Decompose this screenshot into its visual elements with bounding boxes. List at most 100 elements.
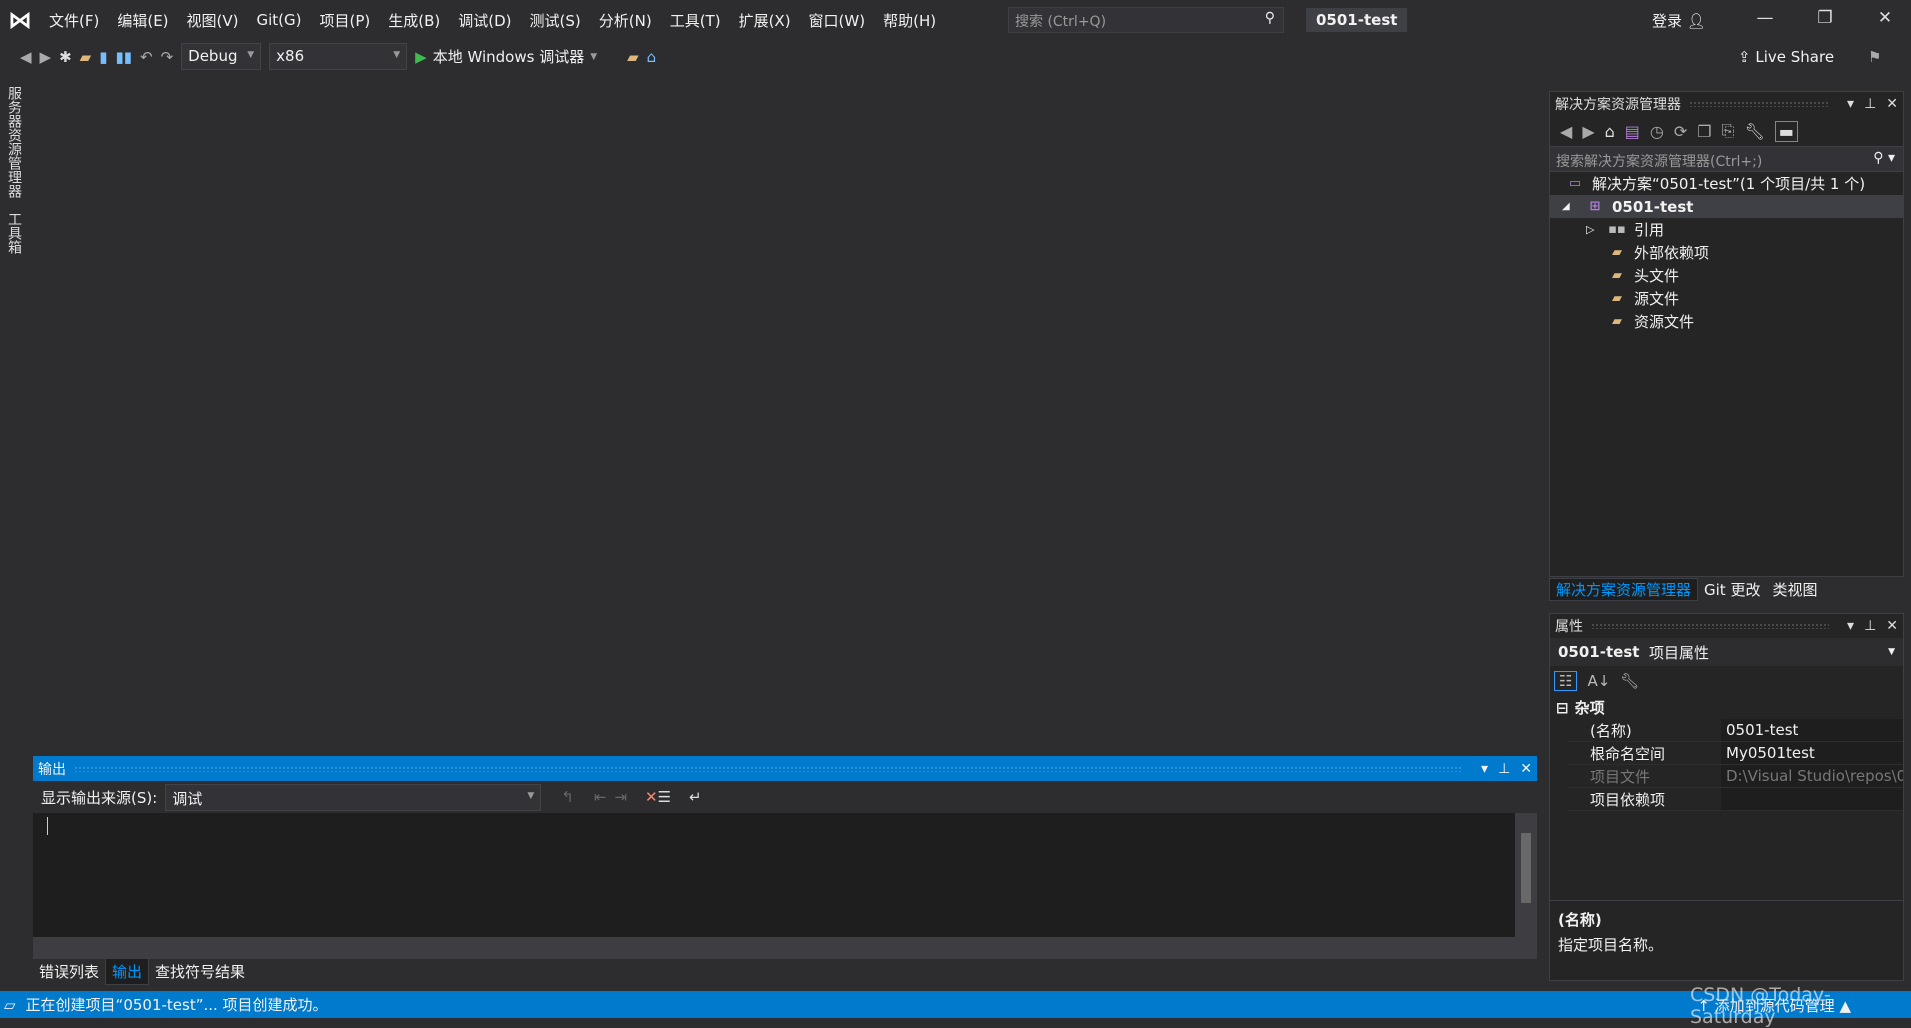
output-text-area[interactable] (33, 813, 1515, 937)
category-row[interactable]: ⊟ 杂项 (1550, 696, 1903, 719)
new-project-icon[interactable]: ✱ (59, 48, 72, 66)
tree-item-resources[interactable]: ▰ 资源文件 (1550, 310, 1903, 333)
dropdown-icon[interactable]: ▾ (1481, 761, 1488, 777)
home-icon[interactable]: ⌂ (1605, 122, 1615, 141)
start-debugging-button[interactable]: ▶ 本地 Windows 调试器 ▼ (415, 46, 597, 67)
property-row[interactable]: 项目依赖项 (1550, 788, 1903, 811)
configuration-select[interactable]: Debug ▼ (181, 43, 262, 70)
global-search-input[interactable]: 搜索 (Ctrl+Q) ⚲ (1008, 7, 1284, 33)
collapse-icon: ⊟ (1556, 698, 1569, 717)
property-value[interactable]: D:\Visual Studio\repos\0 (1721, 765, 1903, 788)
tab-git-changes[interactable]: Git 更改 (1698, 579, 1766, 600)
next-message-icon[interactable]: ⇥ (614, 788, 627, 806)
menu-extensions[interactable]: 扩展(X) (730, 10, 800, 31)
back-icon[interactable]: ◀ (20, 48, 32, 66)
text-caret (47, 817, 48, 835)
property-row[interactable]: (名称) 0501-test (1550, 719, 1903, 742)
properties-wrench-icon[interactable]: 🔧︎ (1744, 122, 1764, 141)
pin-icon[interactable]: ⊥ (1864, 618, 1876, 634)
find-folder-icon[interactable]: ▰ (627, 48, 639, 66)
save-all-icon[interactable]: ▮▮ (115, 48, 132, 66)
pin-icon[interactable]: ⊥ (1864, 96, 1876, 112)
save-icon[interactable]: ▮ (99, 48, 107, 66)
tree-item-headers[interactable]: ▰ 头文件 (1550, 264, 1903, 287)
collapsed-arrow-icon: ▷ (1586, 223, 1595, 236)
output-source-select[interactable]: 调试 ▼ (165, 783, 542, 811)
categorized-icon[interactable]: ☷ (1554, 671, 1578, 691)
close-icon[interactable]: ✕ (1886, 96, 1898, 112)
minimize-button[interactable]: — (1745, 8, 1785, 28)
back-icon[interactable]: ◀ (1560, 122, 1572, 141)
tree-project[interactable]: ◢ ⊞ 0501-test (1550, 195, 1903, 218)
goto-line-icon[interactable]: ↰ (561, 788, 574, 806)
live-share-button[interactable]: ⇪ Live Share (1738, 48, 1834, 66)
tab-class-view[interactable]: 类视图 (1766, 579, 1823, 600)
menu-debug[interactable]: 调试(D) (449, 10, 520, 31)
clear-all-icon[interactable]: ✕☰ (645, 788, 671, 806)
solution-tree: ▭ 解决方案“0501-test”(1 个项目/共 1 个) ◢ ⊞ 0501-tes… (1550, 172, 1903, 333)
pending-changes-icon[interactable]: ◷ (1650, 122, 1664, 141)
tab-find-symbol-results[interactable]: 查找符号结果 (149, 959, 251, 984)
tab-solution-explorer[interactable]: 解决方案资源管理器 (1549, 577, 1699, 601)
tree-solution[interactable]: ▭ 解决方案“0501-test”(1 个项目/共 1 个) (1550, 172, 1903, 195)
open-icon[interactable]: ▰ (80, 48, 92, 66)
search-icon: ⚲ ▾ (1873, 150, 1895, 166)
property-row[interactable]: 项目文件 D:\Visual Studio\repos\0 (1550, 765, 1903, 788)
copy-icon[interactable]: ⎘ (1722, 121, 1735, 141)
close-button[interactable]: ✕ (1865, 8, 1905, 28)
scroll-thumb[interactable] (1521, 833, 1531, 903)
close-icon[interactable]: ✕ (1520, 761, 1532, 777)
filter-folder-icon: ▰ (1612, 314, 1622, 329)
tab-output[interactable]: 输出 (105, 957, 150, 985)
restore-button[interactable]: ❐ (1805, 8, 1845, 28)
property-value[interactable]: 0501-test (1721, 719, 1903, 742)
menu-file[interactable]: 文件(F) (40, 10, 108, 31)
tree-item-references[interactable]: ▷ ▪▪ 引用 (1550, 218, 1903, 241)
menu-tools[interactable]: 工具(T) (661, 10, 730, 31)
undo-icon[interactable]: ↶ (140, 48, 153, 66)
login-button[interactable]: 登录 👤︎ (1652, 10, 1706, 31)
menu-analyze[interactable]: 分析(N) (590, 10, 661, 31)
menu-view[interactable]: 视图(V) (178, 10, 248, 31)
pin-icon[interactable]: ⊥ (1498, 761, 1510, 777)
property-pages-wrench-icon[interactable]: 🔧︎ (1620, 672, 1639, 690)
alphabetical-icon[interactable]: A↓ (1587, 672, 1610, 690)
menu-help[interactable]: 帮助(H) (874, 10, 945, 31)
tab-error-list[interactable]: 错误列表 (33, 959, 105, 984)
menu-project[interactable]: 项目(P) (311, 10, 380, 31)
horizontal-scrollbar[interactable] (33, 937, 1537, 959)
property-description: (名称) 指定项目名称。 (1550, 900, 1903, 980)
close-icon[interactable]: ✕ (1886, 618, 1898, 634)
word-wrap-icon[interactable]: ↵ (689, 788, 702, 806)
refresh-icon[interactable]: ⟳ (1674, 122, 1687, 141)
dropdown-icon[interactable]: ▾ (1847, 618, 1854, 634)
preview-icon[interactable]: ▬ (1774, 120, 1798, 142)
menu-build[interactable]: 生成(B) (379, 10, 449, 31)
feedback-icon[interactable]: ⚑ (1868, 48, 1881, 66)
menu-test[interactable]: 测试(S) (521, 10, 590, 31)
menu-edit[interactable]: 编辑(E) (108, 10, 177, 31)
switch-views-icon[interactable]: ▤ (1625, 122, 1640, 141)
collapse-all-icon[interactable]: ❐ (1697, 122, 1711, 141)
property-row[interactable]: 根命名空间 My0501test (1550, 742, 1903, 765)
browser-icon[interactable]: ⌂ (647, 48, 657, 66)
menu-window[interactable]: 窗口(W) (800, 10, 875, 31)
property-value[interactable]: My0501test (1721, 742, 1903, 765)
output-tabs: 错误列表 输出 查找符号结果 (33, 957, 251, 985)
dropdown-icon[interactable]: ▾ (1847, 96, 1854, 112)
forward-icon[interactable]: ▶ (40, 48, 52, 66)
expanded-arrow-icon: ◢ (1562, 201, 1570, 212)
tree-item-external-deps[interactable]: ▰ 外部依赖项 (1550, 241, 1903, 264)
solution-search-input[interactable]: 搜索解决方案资源管理器(Ctrl+;) ⚲ ▾ (1550, 146, 1903, 172)
object-selector[interactable]: 0501-test 项目属性 ▼ (1550, 638, 1903, 666)
tree-item-sources[interactable]: ▰ 源文件 (1550, 287, 1903, 310)
forward-icon[interactable]: ▶ (1582, 122, 1594, 141)
toolbox-tab[interactable]: 工具箱 (4, 212, 24, 254)
platform-select[interactable]: x86 ▼ (269, 43, 408, 70)
redo-icon[interactable]: ↷ (161, 48, 174, 66)
vertical-scrollbar[interactable] (1515, 813, 1537, 937)
property-value[interactable] (1721, 788, 1903, 811)
menu-git[interactable]: Git(G) (248, 11, 311, 29)
server-explorer-tab[interactable]: 服务器资源管理器 (4, 86, 24, 198)
previous-message-icon[interactable]: ⇤ (594, 788, 607, 806)
